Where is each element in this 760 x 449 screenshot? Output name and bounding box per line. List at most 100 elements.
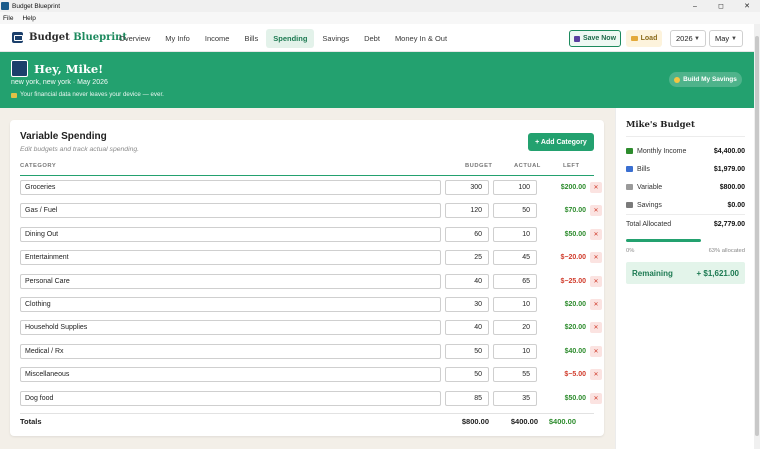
table-row: Medical / Rx 50 10 $40.00 ✕ bbox=[20, 340, 602, 363]
category-input[interactable]: Miscellaneous bbox=[20, 367, 441, 383]
tab-spending[interactable]: Spending bbox=[266, 29, 315, 48]
brand-name: Budget bbox=[29, 32, 70, 43]
maximize-button[interactable]: ◻ bbox=[708, 0, 734, 12]
budget-input[interactable]: 25 bbox=[445, 250, 489, 266]
summary-bills-amount: $1,979.00 bbox=[713, 166, 745, 173]
budget-input[interactable]: 50 bbox=[445, 343, 489, 359]
category-input[interactable]: Entertainment bbox=[20, 250, 441, 266]
actual-input[interactable]: 55 bbox=[493, 367, 537, 383]
actual-input[interactable]: 100 bbox=[493, 180, 537, 195]
budget-input[interactable]: 300 bbox=[445, 180, 489, 195]
column-header-left: LEFT bbox=[563, 163, 580, 169]
delete-row-button[interactable]: ✕ bbox=[590, 205, 602, 217]
delete-row-button[interactable]: ✕ bbox=[590, 345, 602, 357]
category-input[interactable]: Medical / Rx bbox=[20, 343, 441, 359]
category-input[interactable]: Dog food bbox=[20, 390, 441, 406]
budget-input[interactable]: 85 bbox=[445, 390, 489, 406]
delete-row-button[interactable]: ✕ bbox=[590, 182, 602, 193]
scrollbar-thumb[interactable] bbox=[755, 36, 759, 436]
save-button[interactable]: Save Now bbox=[569, 30, 621, 47]
tab-my-info[interactable]: My Info bbox=[158, 29, 197, 48]
chevron-down-icon: ▼ bbox=[694, 35, 700, 42]
actual-input[interactable]: 35 bbox=[493, 390, 537, 406]
card-subtitle: Edit budgets and track actual spending. bbox=[20, 146, 140, 153]
category-input[interactable]: Gas / Fuel bbox=[20, 203, 441, 219]
summary-total-amount: $2,779.00 bbox=[713, 221, 745, 228]
year-select[interactable]: 2026 ▼ bbox=[670, 30, 706, 47]
table-row: Clothing 30 10 $20.00 ✕ bbox=[20, 293, 602, 316]
table-row: Dog food 85 35 $50.00 ✕ bbox=[20, 387, 602, 410]
delete-row-button[interactable]: ✕ bbox=[590, 275, 602, 287]
remaining-label: Remaining bbox=[632, 268, 673, 278]
menu-file[interactable]: File bbox=[3, 15, 13, 22]
menu-help[interactable]: Help bbox=[22, 15, 35, 22]
delete-row-button[interactable]: ✕ bbox=[590, 299, 602, 310]
summary-savings-label: Savings bbox=[637, 202, 662, 209]
summary-savings-amount: $0.00 bbox=[727, 202, 745, 209]
month-value: May bbox=[715, 34, 730, 43]
actual-input[interactable]: 20 bbox=[493, 320, 537, 336]
budget-input[interactable]: 40 bbox=[445, 320, 489, 336]
budget-input[interactable]: 120 bbox=[445, 203, 489, 219]
privacy-note: Your financial data never leaves your de… bbox=[11, 91, 164, 98]
summary-divider bbox=[626, 136, 745, 137]
minimize-button[interactable]: – bbox=[682, 0, 708, 12]
budget-input[interactable]: 50 bbox=[445, 367, 489, 383]
tab-income[interactable]: Income bbox=[198, 29, 237, 48]
totals-left: $400.00 bbox=[548, 417, 576, 426]
summary-savings: Savings $0.00 bbox=[626, 202, 745, 209]
add-category-button[interactable]: + Add Category bbox=[528, 133, 594, 151]
budget-summary-panel: Mike's Budget Monthly Income $4,400.00 B… bbox=[615, 108, 754, 449]
left-amount: $20.00 bbox=[564, 301, 586, 308]
hero-banner: Hey, Mike! new york, new york · May 2026… bbox=[0, 52, 754, 108]
actual-input[interactable]: 10 bbox=[493, 343, 537, 359]
actual-input[interactable]: 50 bbox=[493, 203, 537, 219]
tab-money-in-out[interactable]: Money In & Out bbox=[388, 29, 454, 48]
delete-row-button[interactable]: ✕ bbox=[590, 322, 602, 334]
delete-row-button[interactable]: ✕ bbox=[590, 392, 602, 404]
greeting: Hey, Mike! bbox=[34, 62, 104, 76]
column-header-category: CATEGORY bbox=[20, 163, 57, 169]
window-titlebar: Budget Blueprint – ◻ ✕ bbox=[0, 0, 760, 12]
budget-input[interactable]: 60 bbox=[445, 226, 489, 242]
left-amount: $−25.00 bbox=[560, 277, 587, 285]
actual-input[interactable]: 10 bbox=[493, 226, 537, 242]
summary-variable-label: Variable bbox=[637, 184, 663, 191]
category-input[interactable]: Household Supplies bbox=[20, 320, 441, 336]
chevron-down-icon: ▼ bbox=[731, 35, 737, 42]
card-title: Variable Spending bbox=[20, 131, 107, 142]
location-text: new york, new york · May 2026 bbox=[11, 79, 108, 86]
column-header-budget: BUDGET bbox=[465, 163, 493, 169]
budget-input[interactable]: 30 bbox=[445, 297, 489, 312]
load-button[interactable]: Load bbox=[626, 30, 662, 47]
actual-input[interactable]: 10 bbox=[493, 297, 537, 312]
actual-input[interactable]: 45 bbox=[493, 250, 537, 266]
left-amount: $−20.00 bbox=[560, 254, 587, 262]
year-value: 2026 bbox=[676, 34, 693, 43]
budget-input[interactable]: 40 bbox=[445, 273, 489, 289]
scrollbar[interactable] bbox=[754, 24, 760, 449]
delete-row-button[interactable]: ✕ bbox=[590, 252, 602, 264]
tab-savings[interactable]: Savings bbox=[315, 29, 356, 48]
delete-row-button[interactable]: ✕ bbox=[590, 369, 602, 381]
summary-divider bbox=[626, 214, 745, 215]
left-amount: $20.00 bbox=[564, 324, 586, 332]
close-button[interactable]: ✕ bbox=[734, 0, 760, 12]
save-label: Save Now bbox=[582, 35, 617, 42]
category-input[interactable]: Groceries bbox=[20, 180, 441, 195]
logo-icon bbox=[12, 32, 23, 43]
left-amount: $40.00 bbox=[564, 347, 586, 355]
category-input[interactable]: Clothing bbox=[20, 297, 441, 312]
actual-input[interactable]: 65 bbox=[493, 273, 537, 289]
tab-overview[interactable]: Overview bbox=[112, 29, 157, 48]
column-header-actual: ACTUAL bbox=[514, 163, 541, 169]
month-select[interactable]: May ▼ bbox=[709, 30, 743, 47]
category-input[interactable]: Dining Out bbox=[20, 226, 441, 242]
build-savings-button[interactable]: Build My Savings bbox=[669, 72, 742, 87]
avatar bbox=[11, 60, 28, 77]
tab-bills[interactable]: Bills bbox=[237, 29, 265, 48]
category-input[interactable]: Personal Care bbox=[20, 273, 441, 289]
summary-income: Monthly Income $4,400.00 bbox=[626, 148, 745, 155]
delete-row-button[interactable]: ✕ bbox=[590, 228, 602, 240]
tab-debt[interactable]: Debt bbox=[357, 29, 387, 48]
